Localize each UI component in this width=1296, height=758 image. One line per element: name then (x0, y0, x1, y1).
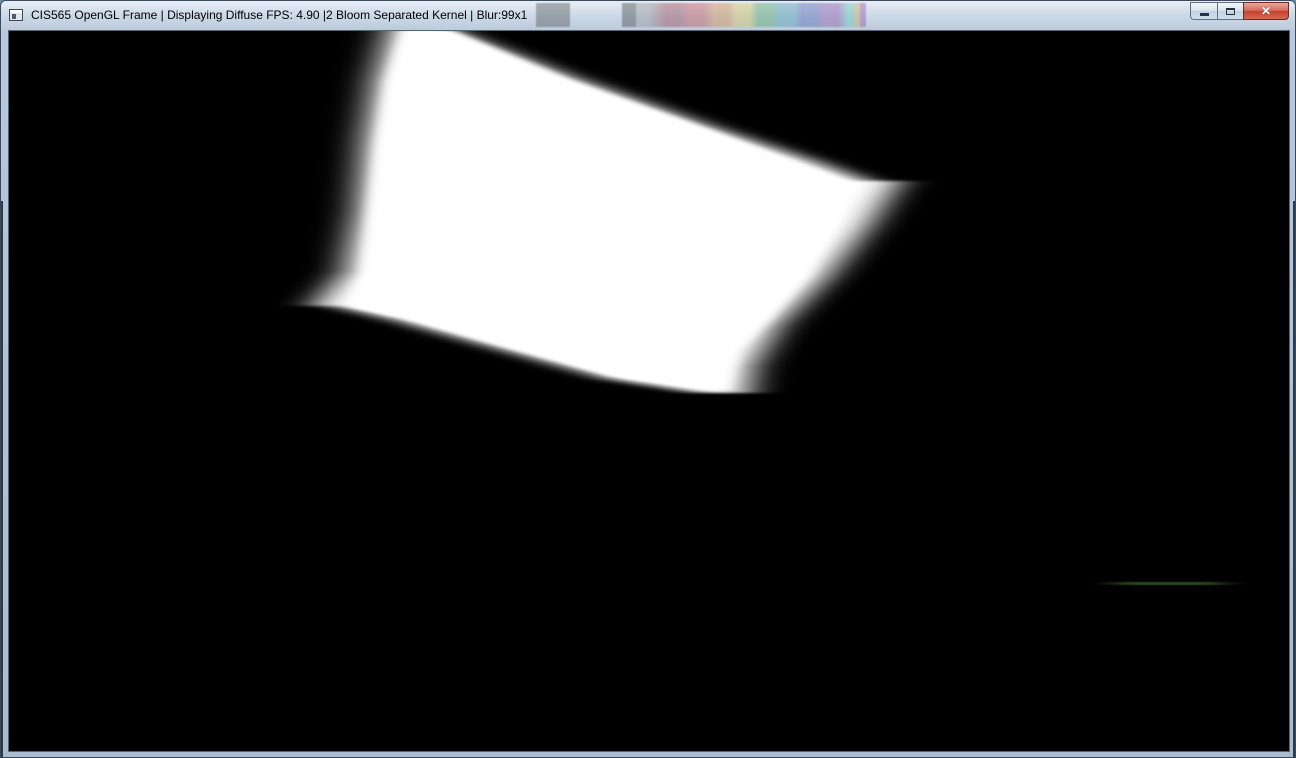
close-button[interactable]: ✕ (1243, 2, 1289, 20)
maximize-button[interactable] (1217, 2, 1243, 20)
minimize-icon (1199, 12, 1209, 16)
title-bar[interactable]: CIS565 OpenGL Frame | Displaying Diffuse… (1, 1, 1295, 30)
green-streak (1114, 582, 1224, 585)
caption-buttons: ✕ (1190, 2, 1289, 20)
window-left-frame (1, 201, 3, 757)
window-title: CIS565 OpenGL Frame | Displaying Diffuse… (31, 8, 528, 22)
close-icon: ✕ (1260, 3, 1272, 18)
render-viewport (9, 31, 1289, 751)
maximize-icon (1226, 7, 1235, 15)
opengl-canvas[interactable] (8, 30, 1290, 752)
minimize-button[interactable] (1190, 2, 1217, 20)
app-window: CIS565 OpenGL Frame | Displaying Diffuse… (0, 0, 1296, 758)
window-right-frame (1293, 201, 1295, 757)
opengl-app-icon[interactable] (9, 9, 23, 21)
